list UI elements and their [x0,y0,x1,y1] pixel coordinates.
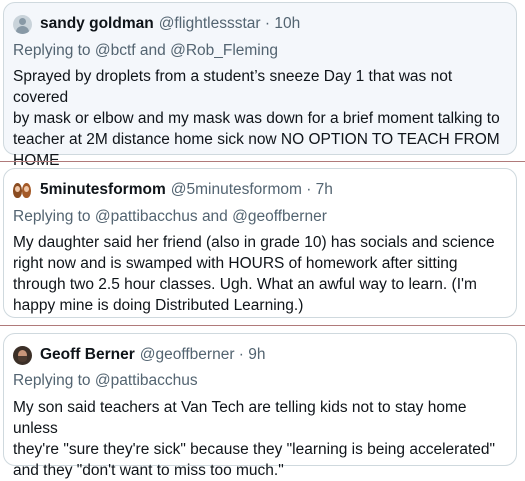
author-handle-time[interactable]: @5minutesformom · 7h [171,181,333,199]
tweet-text-line: by mask or elbow and my mask was down fo… [13,110,500,127]
avatar[interactable] [13,180,32,200]
tweet-text-line: happy mine is doing Distributed Learning… [13,297,304,314]
replying-to-label: Replying to [13,208,91,225]
tweet-text-line: and they "don't want to miss too much." [13,462,284,479]
replying-to-label: Replying to [13,42,91,59]
tweet-text-line: through two 2.5 hour classes. Ugh. What … [13,276,477,293]
avatar[interactable] [13,14,32,34]
tweet-text-line: right now and is swamped with HOURS of h… [13,255,458,272]
tweet-text: My daughter said her friend (also in gra… [13,232,506,316]
tweet-text-line: teacher at 2M distance home sick now NO … [13,131,500,148]
author-name[interactable]: sandy goldman [40,15,154,33]
replying-to-label: Replying to [13,372,91,389]
tweet-header: 5minutesformom @5minutesformom · 7h [13,179,506,201]
mention-link[interactable]: @pattibacchus [95,208,198,225]
mention-link[interactable]: @bctf [95,42,136,59]
replying-to: Replying to @pattibacchus and @geoffbern… [13,208,506,226]
tweet-separator [0,161,525,162]
author-handle-time[interactable]: @geoffberner · 9h [140,346,266,364]
author-handle-time[interactable]: @flightlessstar · 10h [159,15,301,33]
tweet-text-line: My daughter said her friend (also in gra… [13,234,495,251]
tweet-header: Geoff Berner @geoffberner · 9h [13,344,506,366]
tweet-text-line: Sprayed by droplets from a student’s sne… [13,68,453,106]
tweet-header: sandy goldman @flightlessstar · 10h [13,13,506,35]
author-name[interactable]: 5minutesformom [40,181,166,199]
replying-to-and: and [201,208,228,225]
tweet-card[interactable]: Geoff Berner @geoffberner · 9h Replying … [3,333,517,479]
mention-link[interactable]: @geoffberner [232,208,327,225]
tweet-separator [0,325,525,326]
replying-to: Replying to @bctf and @Rob_Fleming [13,42,506,60]
replying-to-and: and [139,42,166,59]
avatar[interactable] [13,345,32,365]
replying-to: Replying to @pattibacchus [13,372,506,390]
mention-link[interactable]: @pattibacchus [95,372,198,389]
tweet-text-line: My son said teachers at Van Tech are tel… [13,399,467,437]
tweet-card[interactable]: 5minutesformom @5minutesformom · 7h Repl… [3,168,517,318]
tweet-card[interactable]: sandy goldman @flightlessstar · 10h Repl… [3,2,517,169]
author-name[interactable]: Geoff Berner [40,346,135,364]
tweet-text-line: they're "sure they're sick" because they… [13,441,495,458]
tweet-text: My son said teachers at Van Tech are tel… [13,397,506,481]
mention-link[interactable]: @Rob_Fleming [170,42,278,59]
tweet-text: Sprayed by droplets from a student’s sne… [13,66,506,171]
